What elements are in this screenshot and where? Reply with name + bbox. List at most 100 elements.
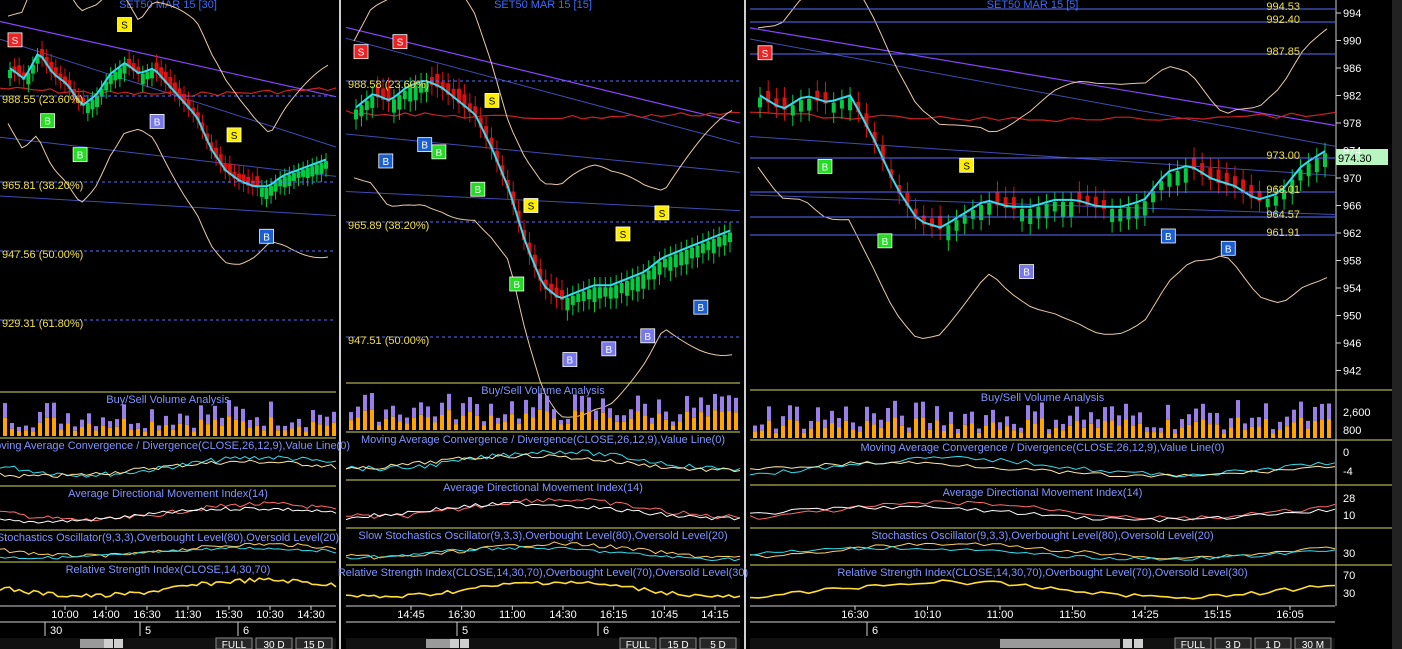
volume-bar (858, 431, 862, 438)
volume-bar-top (802, 428, 806, 433)
volume-bar (199, 419, 203, 436)
volume-bar-top (1054, 419, 1058, 428)
volume-bar (248, 427, 252, 436)
scroll-right-button[interactable] (114, 639, 123, 648)
indicator-title: Average Directional Movement Index(14) (943, 487, 1143, 499)
volume-bar-top (629, 409, 633, 419)
signal-badge-letter: B (421, 141, 428, 152)
time-axis-label: 15:30 (215, 609, 243, 621)
signal-badge-letter: B (882, 237, 889, 248)
volume-bar-top (73, 426, 77, 431)
volume-bar-top (1180, 419, 1184, 428)
volume-bar (349, 420, 353, 430)
volume-bar-top (636, 395, 640, 412)
volume-bar (489, 415, 493, 430)
volume-bar-top (157, 425, 161, 431)
volume-bar (977, 432, 981, 438)
volume-bar-top (1096, 419, 1100, 428)
candle-body (728, 232, 732, 243)
volume-bar (31, 431, 35, 436)
candle-body (364, 100, 369, 111)
volume-bar-top (1026, 405, 1030, 420)
volume-bar (559, 424, 563, 430)
volume-bar (1166, 419, 1170, 438)
volume-bar (1040, 418, 1044, 438)
time-axis-label: 15:15 (1204, 609, 1232, 621)
volume-bar (622, 421, 626, 430)
volume-bar (629, 418, 633, 430)
volume-bar (566, 423, 570, 430)
signal-badge-letter: S (358, 48, 365, 59)
scroll-left-button[interactable] (450, 639, 459, 648)
volume-bar-top (587, 397, 591, 413)
volume-bar (1145, 432, 1149, 438)
volume-bar (276, 430, 280, 436)
candle-body (603, 287, 608, 297)
volume-bar (94, 430, 98, 436)
range-button-label: 15 D (303, 640, 324, 649)
indicator-tick-label: 70 (1343, 570, 1355, 582)
volume-bar (837, 427, 841, 438)
volume-bar (1285, 426, 1289, 438)
trend-line (0, 195, 337, 217)
time-axis-label: 10:00 (51, 609, 79, 621)
scroll-right-button[interactable] (1134, 639, 1143, 648)
scroll-left-button[interactable] (104, 639, 113, 648)
candle-body (310, 166, 315, 177)
volume-bar (482, 425, 486, 430)
volume-bar-top (622, 415, 626, 422)
price-level-label: 968.01 (1266, 184, 1300, 196)
candle-body (1028, 208, 1033, 224)
volume-bar (468, 411, 472, 430)
indicator-title: Buy/Sell Volume Analysis (106, 394, 230, 406)
volume-bar-top (440, 402, 444, 415)
price-level-label: 961.91 (1266, 227, 1300, 239)
volume-bar-top (419, 402, 423, 415)
volume-bar-top (1152, 427, 1156, 433)
volume-bar-top (1201, 403, 1205, 420)
vertical-scrollbar[interactable] (1392, 0, 1402, 649)
candle-body (117, 68, 122, 80)
fib-level-label: 988.58 (23.60%) (348, 79, 429, 91)
volume-bar (283, 430, 287, 436)
fib-level-label: 947.56 (50.00%) (2, 249, 83, 261)
candle-body (370, 96, 375, 108)
date-axis-label: 6 (872, 625, 878, 637)
signal-badge-letter: B (1165, 232, 1172, 243)
fib-level-label: 988.55 (23.60%) (2, 94, 83, 106)
scroll-left-button[interactable] (1123, 639, 1132, 648)
time-axis-label: 11:50 (1059, 609, 1086, 621)
indicator-title: Moving Average Convergence / Divergence(… (0, 440, 350, 452)
candle-body (140, 73, 145, 85)
volume-bar-top (171, 424, 175, 430)
scrollbar-thumb[interactable] (80, 639, 105, 648)
volume-bar (255, 425, 259, 436)
indicator-tick-label: 30 (1343, 548, 1355, 560)
candle-body (657, 261, 662, 275)
candle-body (1306, 163, 1311, 177)
volume-bar (87, 423, 91, 436)
volume-bar (921, 418, 925, 438)
candle-body (970, 210, 975, 219)
volume-bar (1103, 421, 1107, 438)
volume-bar-top (1110, 406, 1114, 421)
volume-bar-top (524, 399, 528, 414)
volume-bar-top (255, 417, 259, 426)
scrollbar-thumb[interactable] (1000, 639, 1120, 648)
candle-body (987, 202, 992, 215)
volume-bar (1117, 425, 1121, 438)
bollinger-upper (757, 0, 1328, 133)
volume-bar-top (1278, 421, 1282, 430)
candle-body (646, 270, 651, 280)
scrollbar-thumb[interactable] (426, 639, 451, 648)
candle-body (90, 99, 95, 110)
scroll-right-button[interactable] (460, 639, 469, 648)
volume-bar (129, 429, 133, 436)
signal-badge-letter: B (1225, 244, 1232, 255)
volume-bar-top (59, 423, 63, 430)
volume-bar-top (220, 417, 224, 427)
candle-body (690, 247, 695, 259)
volume-bar-top (129, 423, 133, 430)
candle-body (264, 187, 269, 200)
time-axis-label: 16:30 (133, 609, 161, 621)
